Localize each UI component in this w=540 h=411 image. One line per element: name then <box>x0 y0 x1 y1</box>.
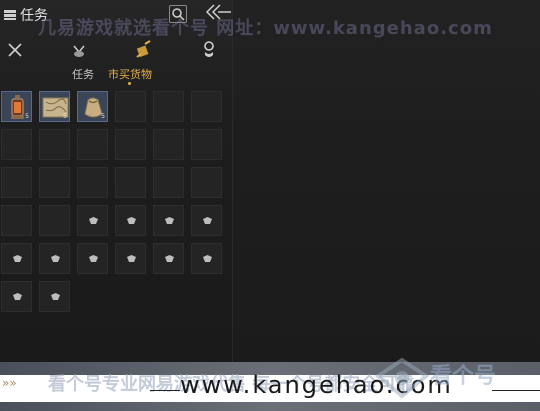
item-count: 5 <box>101 113 105 120</box>
watermark-rule-right <box>492 390 540 391</box>
watermark-arrows: »» <box>2 376 17 390</box>
lock-icon <box>13 255 22 262</box>
empty-slot[interactable] <box>39 129 70 160</box>
game-ui-screen: 任务 任务 市买货物 5 5 5 几易游戏就选看个号 网址：www.kangeh… <box>0 0 540 411</box>
tab-goods[interactable] <box>132 38 156 62</box>
empty-slot[interactable] <box>115 91 146 122</box>
empty-slot[interactable] <box>77 129 108 160</box>
watermark-rule-left <box>150 390 180 391</box>
empty-slot[interactable] <box>39 167 70 198</box>
empty-slot[interactable] <box>77 167 108 198</box>
crossed-swords-icon <box>8 43 22 57</box>
locked-slot[interactable] <box>77 243 108 274</box>
empty-slot[interactable] <box>115 129 146 160</box>
tab-crossed-swords[interactable] <box>3 38 27 62</box>
locked-slot[interactable] <box>115 243 146 274</box>
lock-icon <box>127 217 136 224</box>
tab-task[interactable]: 任务 <box>72 66 94 82</box>
lock-icon <box>127 255 136 262</box>
lock-icon <box>165 255 174 262</box>
locked-slot[interactable] <box>153 243 184 274</box>
locked-slot[interactable] <box>115 205 146 236</box>
empty-slot[interactable] <box>191 91 222 122</box>
empty-slot[interactable] <box>1 129 32 160</box>
locked-slot[interactable] <box>153 205 184 236</box>
locked-slot[interactable] <box>191 243 222 274</box>
empty-slot[interactable] <box>1 205 32 236</box>
watermark-logo-text: 看个号 <box>430 364 497 389</box>
locked-slot[interactable] <box>1 281 32 312</box>
stack-icon <box>4 10 16 20</box>
active-tab-indicator <box>128 82 131 85</box>
lock-icon <box>89 217 98 224</box>
empty-slot[interactable] <box>1 167 32 198</box>
category-tabs <box>0 38 233 62</box>
empty-slot[interactable] <box>115 167 146 198</box>
tab-coins[interactable] <box>197 38 221 62</box>
watermark-top: 几易游戏就选看个号 网址：www.kangehao.com <box>38 18 493 39</box>
empty-slot[interactable] <box>153 91 184 122</box>
lock-icon <box>89 255 98 262</box>
subtabs: 任务 市买货物 <box>0 66 233 84</box>
goods-bundle-icon <box>136 40 151 58</box>
inventory-grid: 5 5 5 <box>0 90 233 360</box>
pouch-icon <box>73 45 85 57</box>
item-count: 5 <box>63 113 67 120</box>
item-slot-sack[interactable]: 5 <box>77 91 108 122</box>
empty-slot[interactable] <box>191 129 222 160</box>
locked-slot[interactable] <box>77 205 108 236</box>
lock-icon <box>165 217 174 224</box>
item-slot-lantern[interactable]: 5 <box>1 91 32 122</box>
coin-stack-icon <box>204 41 214 57</box>
locked-slot[interactable] <box>39 243 70 274</box>
tab-market-goods[interactable]: 市买货物 <box>108 66 152 82</box>
task-panel: 任务 任务 市买货物 5 5 5 <box>0 0 233 362</box>
lock-icon <box>13 293 22 300</box>
empty-slot[interactable] <box>39 205 70 236</box>
lock-icon <box>51 255 60 262</box>
item-slot-map[interactable]: 5 <box>39 91 70 122</box>
empty-slot[interactable] <box>153 129 184 160</box>
empty-slot[interactable] <box>191 167 222 198</box>
lock-icon <box>203 255 212 262</box>
empty-slot[interactable] <box>153 167 184 198</box>
logo-icon <box>374 357 430 399</box>
scene-background <box>233 0 540 362</box>
item-count: 5 <box>25 113 29 120</box>
locked-slot[interactable] <box>1 243 32 274</box>
locked-slot[interactable] <box>39 281 70 312</box>
lock-icon <box>203 217 212 224</box>
tab-pouch[interactable] <box>67 38 91 62</box>
lock-icon <box>51 293 60 300</box>
locked-slot[interactable] <box>191 205 222 236</box>
